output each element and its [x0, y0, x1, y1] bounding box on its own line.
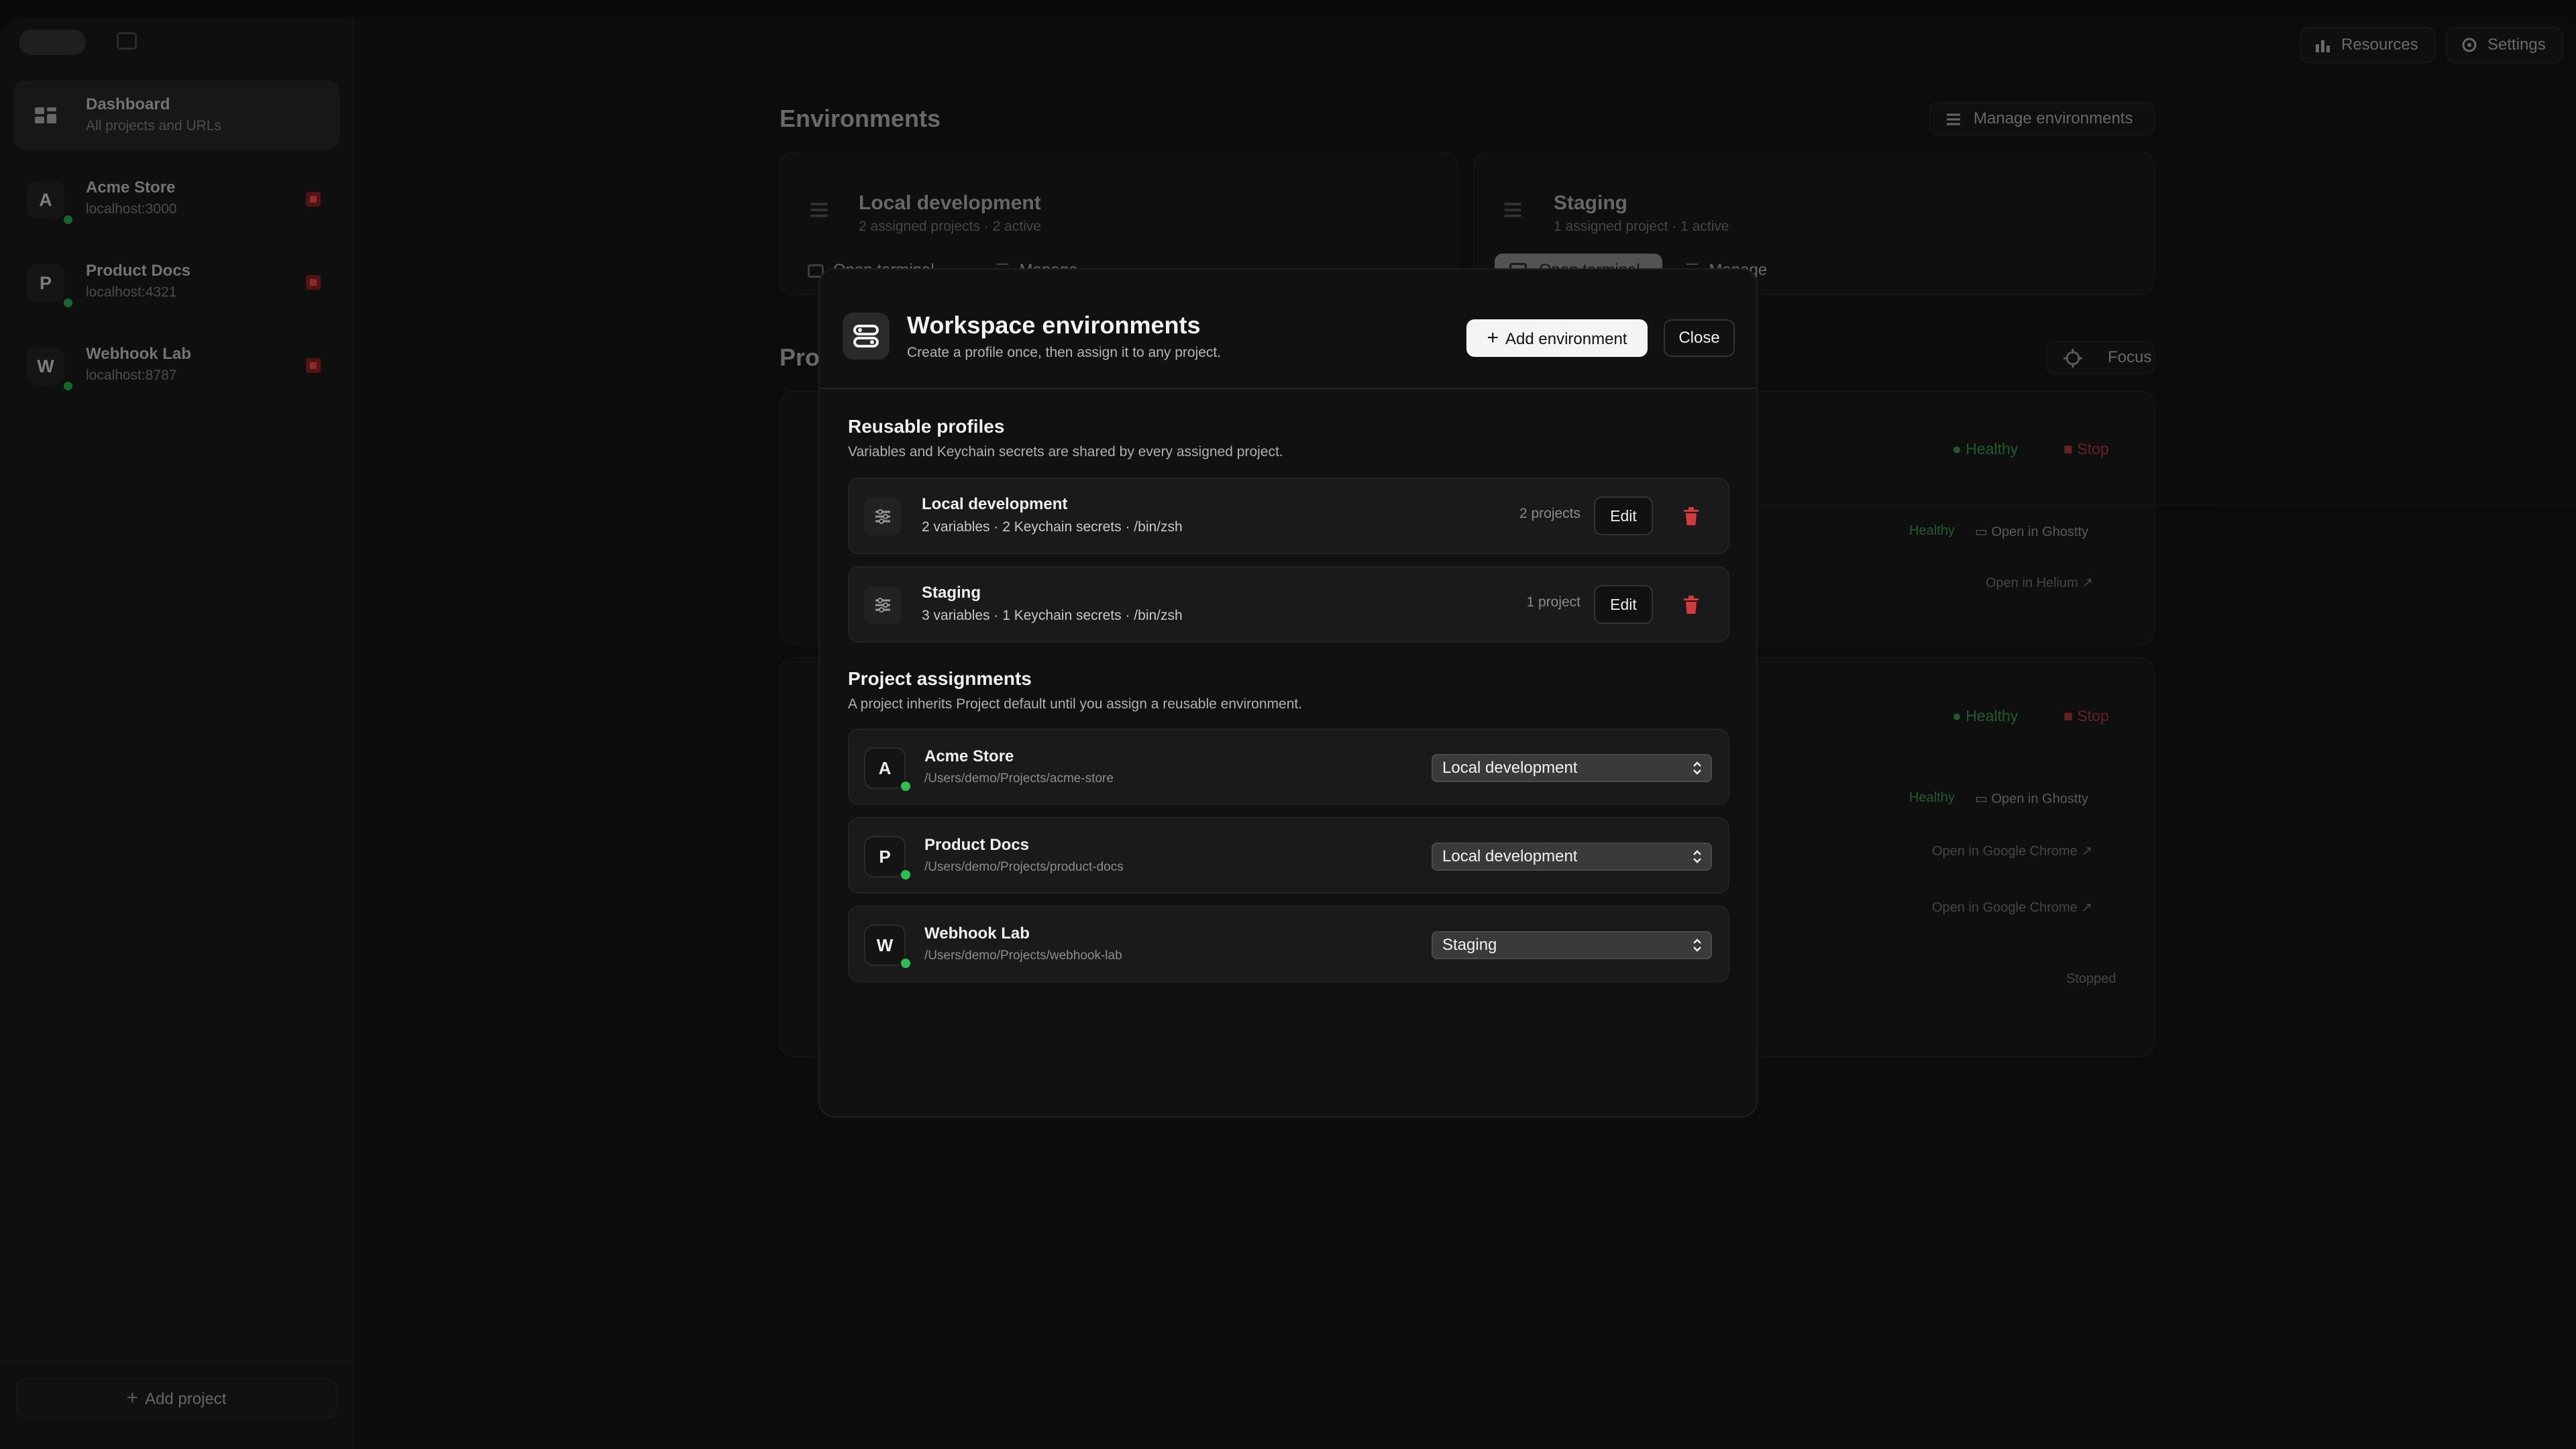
- environment-select-value: Staging: [1442, 936, 1497, 954]
- profile-details: 3 variables · 1 Keychain secrets · /bin/…: [922, 608, 1183, 623]
- edit-profile-button[interactable]: Edit: [1594, 585, 1653, 624]
- dialog-subtitle: Create a profile once, then assign it to…: [907, 345, 1222, 360]
- status-dot: [899, 780, 912, 793]
- add-environment-button[interactable]: + Add environment: [1466, 319, 1648, 357]
- chevron-updown-icon: [1693, 850, 1701, 863]
- project-name: Product Docs: [924, 836, 1030, 854]
- close-button[interactable]: Close: [1664, 319, 1735, 357]
- profile-details: 2 variables · 2 Keychain secrets · /bin/…: [922, 519, 1183, 535]
- profile-name: Local development: [922, 495, 1068, 513]
- trash-icon: [1684, 507, 1699, 525]
- assignments-subtitle: A project inherits Project default until…: [848, 696, 1303, 712]
- environments-icon: [843, 313, 890, 360]
- trash-icon: [1684, 596, 1699, 614]
- profile-row-local-development: Local development 2 variables · 2 Keycha…: [848, 478, 1729, 554]
- assignment-row-acme-store: A Acme Store /Users/demo/Projects/acme-s…: [848, 729, 1729, 805]
- environment-select[interactable]: Staging: [1432, 931, 1712, 959]
- sliders-icon: [864, 586, 902, 624]
- dialog-title: Workspace environments: [907, 311, 1201, 339]
- profiles-title: Reusable profiles: [848, 416, 1005, 437]
- add-environment-label: Add environment: [1505, 330, 1627, 348]
- profiles-subtitle: Variables and Keychain secrets are share…: [848, 444, 1283, 460]
- environment-select-value: Local development: [1442, 759, 1578, 777]
- workspace-environments-dialog: Workspace environments Create a profile …: [818, 268, 1758, 1118]
- plus-icon: +: [1487, 327, 1499, 349]
- chevron-updown-icon: [1693, 761, 1701, 775]
- environment-select-value: Local development: [1442, 847, 1578, 865]
- assignment-row-webhook-lab: W Webhook Lab /Users/demo/Projects/webho…: [848, 906, 1729, 982]
- profile-project-count: 1 project: [1526, 594, 1580, 610]
- status-dot: [899, 868, 912, 881]
- delete-profile-button[interactable]: [1669, 585, 1713, 624]
- dialog-header: Workspace environments Create a profile …: [820, 270, 1756, 389]
- profile-project-count: 2 projects: [1519, 506, 1580, 521]
- chevron-updown-icon: [1693, 938, 1701, 952]
- project-name: Webhook Lab: [924, 924, 1030, 943]
- delete-profile-button[interactable]: [1669, 496, 1713, 535]
- app-window: Dashboard All projects and URLs A Acme S…: [0, 17, 2576, 1449]
- environment-select[interactable]: Local development: [1432, 843, 1712, 871]
- project-path: /Users/demo/Projects/webhook-lab: [924, 949, 1122, 963]
- assignments-title: Project assignments: [848, 668, 1032, 689]
- status-dot: [899, 957, 912, 970]
- profile-row-staging: Staging 3 variables · 1 Keychain secrets…: [848, 566, 1729, 643]
- assignment-row-product-docs: P Product Docs /Users/demo/Projects/prod…: [848, 817, 1729, 894]
- sliders-icon: [864, 498, 902, 535]
- project-path: /Users/demo/Projects/acme-store: [924, 771, 1114, 786]
- project-name: Acme Store: [924, 747, 1014, 765]
- environment-select[interactable]: Local development: [1432, 754, 1712, 782]
- profile-name: Staging: [922, 584, 981, 602]
- edit-profile-button[interactable]: Edit: [1594, 496, 1653, 535]
- project-path: /Users/demo/Projects/product-docs: [924, 860, 1124, 874]
